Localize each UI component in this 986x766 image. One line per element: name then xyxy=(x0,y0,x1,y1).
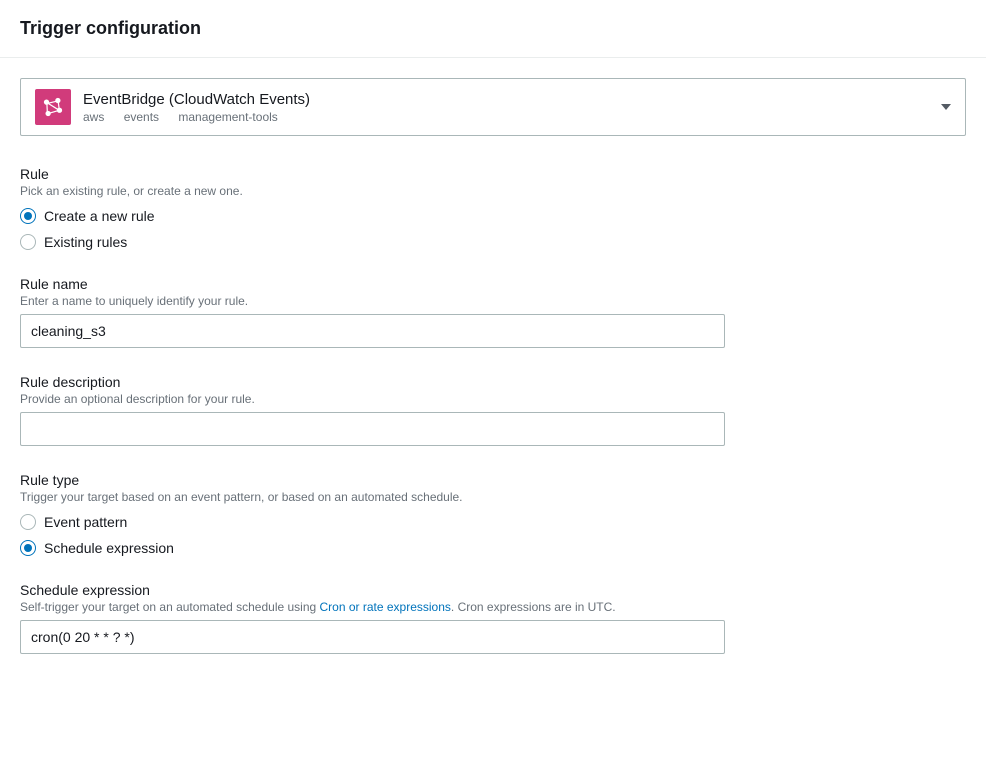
radio-schedule-expression[interactable]: Schedule expression xyxy=(20,540,966,556)
page-header: Trigger configuration xyxy=(0,0,986,58)
cron-rate-link[interactable]: Cron or rate expressions xyxy=(320,600,451,614)
rule-type-radio-group: Event pattern Schedule expression xyxy=(20,514,966,556)
rule-description-field: Rule description Provide an optional des… xyxy=(20,374,966,446)
rule-label: Rule xyxy=(20,166,966,182)
rule-name-label: Rule name xyxy=(20,276,966,292)
trigger-info: EventBridge (CloudWatch Events) aws even… xyxy=(35,89,310,125)
rule-type-label: Rule type xyxy=(20,472,966,488)
radio-existing-rules[interactable]: Existing rules xyxy=(20,234,966,250)
schedule-label: Schedule expression xyxy=(20,582,966,598)
rule-description-help: Provide an optional description for your… xyxy=(20,392,966,406)
radio-input[interactable] xyxy=(20,514,36,530)
rule-type-help: Trigger your target based on an event pa… xyxy=(20,490,966,504)
schedule-expression-input[interactable] xyxy=(20,620,725,654)
trigger-selector[interactable]: EventBridge (CloudWatch Events) aws even… xyxy=(20,78,966,136)
rule-radio-group: Create a new rule Existing rules xyxy=(20,208,966,250)
rule-help: Pick an existing rule, or create a new o… xyxy=(20,184,966,198)
trigger-tags: aws events management-tools xyxy=(83,110,310,124)
dropdown-caret-icon xyxy=(941,104,951,110)
rule-description-label: Rule description xyxy=(20,374,966,390)
radio-input[interactable] xyxy=(20,234,36,250)
rule-name-help: Enter a name to uniquely identify your r… xyxy=(20,294,966,308)
trigger-name: EventBridge (CloudWatch Events) xyxy=(83,91,310,108)
rule-name-field: Rule name Enter a name to uniquely ident… xyxy=(20,276,966,348)
rule-field: Rule Pick an existing rule, or create a … xyxy=(20,166,966,250)
rule-description-input[interactable] xyxy=(20,412,725,446)
radio-event-pattern[interactable]: Event pattern xyxy=(20,514,966,530)
schedule-help: Self-trigger your target on an automated… xyxy=(20,600,966,614)
rule-name-input[interactable] xyxy=(20,314,725,348)
rule-type-field: Rule type Trigger your target based on a… xyxy=(20,472,966,556)
schedule-expression-field: Schedule expression Self-trigger your ta… xyxy=(20,582,966,654)
radio-input[interactable] xyxy=(20,208,36,224)
radio-input[interactable] xyxy=(20,540,36,556)
eventbridge-icon xyxy=(35,89,71,125)
form-content: EventBridge (CloudWatch Events) aws even… xyxy=(0,58,986,700)
radio-create-new-rule[interactable]: Create a new rule xyxy=(20,208,966,224)
page-title: Trigger configuration xyxy=(20,18,966,39)
